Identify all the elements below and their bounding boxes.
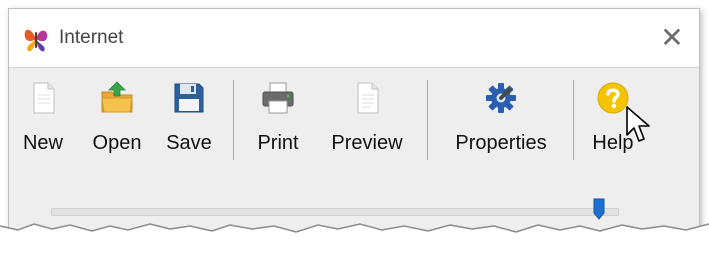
close-button[interactable]: ✕: [655, 19, 689, 57]
save-label: Save: [166, 132, 212, 154]
torn-edge: [0, 214, 709, 256]
application-window: Internet ✕ New Open Save Print Preview P…: [8, 8, 700, 247]
floppy-disk-icon: [174, 83, 204, 113]
window-title: Internet: [59, 27, 124, 48]
toolbar-separator: [233, 80, 234, 160]
preview-button[interactable]: Preview: [321, 74, 413, 164]
open-label: Open: [92, 132, 142, 154]
open-folder-icon: [101, 81, 133, 113]
title-bar: Internet ✕: [9, 9, 699, 67]
close-icon: ✕: [660, 21, 684, 54]
gear-wrench-icon: [486, 83, 516, 113]
mouse-pointer-icon: [626, 106, 650, 142]
preview-label: Preview: [331, 132, 403, 154]
save-button[interactable]: Save: [159, 74, 219, 164]
toolbar-separator: [573, 80, 574, 160]
print-button[interactable]: Print: [245, 74, 311, 164]
new-document-icon: [33, 82, 55, 114]
new-label: New: [22, 132, 63, 154]
new-button[interactable]: New: [15, 74, 71, 164]
butterfly-app-icon: [24, 29, 48, 52]
open-button[interactable]: Open: [81, 74, 153, 164]
printer-icon: [262, 82, 294, 114]
print-label: Print: [257, 132, 299, 154]
toolbar-separator: [427, 80, 428, 160]
preview-document-icon: [357, 82, 379, 114]
properties-label: Properties: [455, 132, 547, 154]
properties-button[interactable]: Properties: [439, 74, 563, 164]
